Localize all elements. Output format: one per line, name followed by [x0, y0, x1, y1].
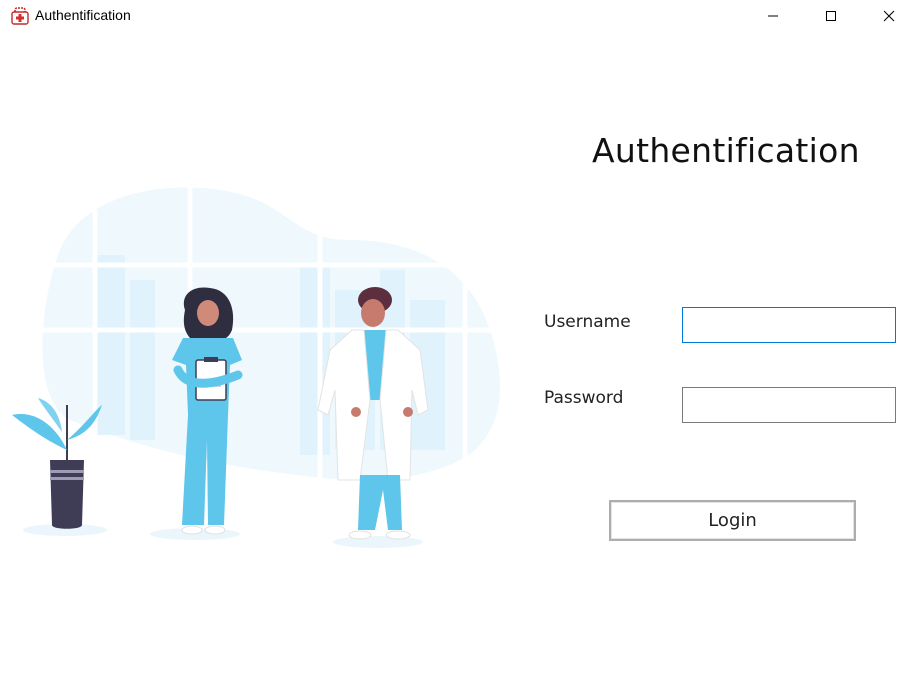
minimize-icon: [767, 7, 779, 26]
close-button[interactable]: [866, 0, 912, 32]
username-field[interactable]: [682, 307, 896, 343]
title-bar: Authentification: [0, 0, 919, 32]
medical-kit-icon: [10, 6, 30, 26]
username-label: Username: [544, 312, 631, 332]
minimize-button[interactable]: [750, 0, 796, 32]
maximize-button[interactable]: [808, 0, 854, 32]
password-label: Password: [544, 388, 624, 408]
window-title: Authentification: [35, 7, 131, 23]
password-field[interactable]: [682, 387, 896, 423]
maximize-icon: [825, 7, 837, 26]
page-title: Authentification: [592, 131, 860, 170]
close-icon: [883, 7, 895, 26]
doctors-illustration: [0, 170, 520, 560]
login-window: Authentification Authentification Userna…: [0, 0, 919, 696]
login-button[interactable]: Login: [609, 500, 856, 541]
